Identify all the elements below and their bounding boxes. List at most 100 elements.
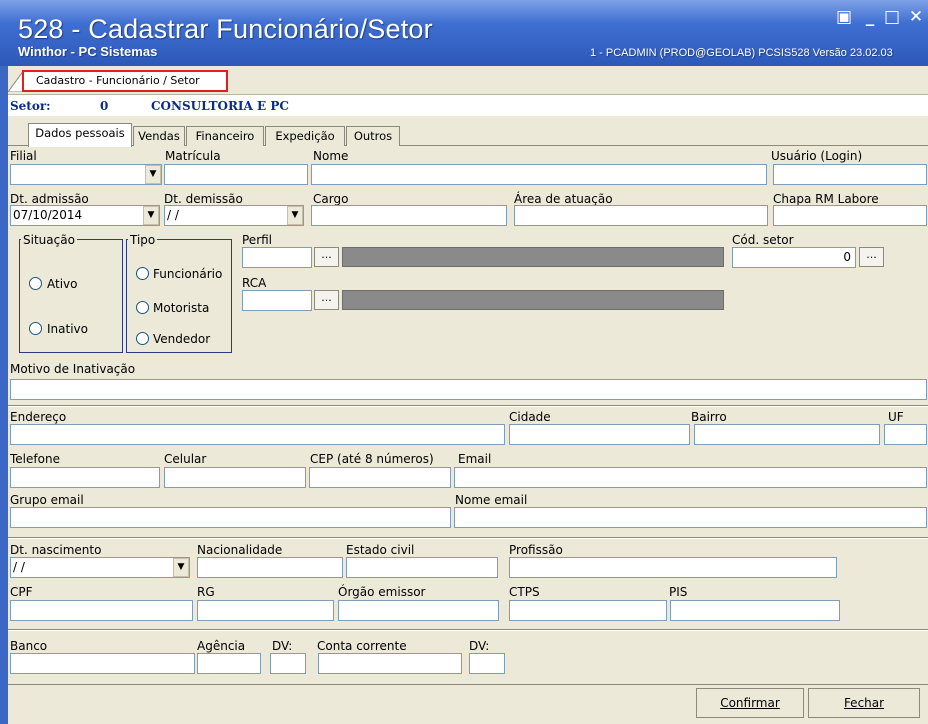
ctps-field[interactable]	[509, 600, 667, 621]
rca-field[interactable]	[242, 290, 312, 311]
tipo-vendedor-radio[interactable]	[136, 332, 149, 345]
grupo-email-field[interactable]	[10, 507, 451, 528]
dt-nascimento-label: Dt. nascimento	[10, 543, 102, 557]
cep-field[interactable]	[309, 467, 451, 488]
chapa-rm-label: Chapa RM Labore	[773, 192, 879, 206]
tab-vendas[interactable]: Vendas	[133, 126, 185, 146]
dt-nascimento-dropdown-icon[interactable]: ▼	[173, 558, 189, 577]
matricula-label: Matrícula	[165, 149, 221, 163]
cidade-field[interactable]	[509, 424, 690, 445]
area-atuacao-label: Área de atuação	[514, 192, 613, 206]
rg-field[interactable]	[197, 600, 334, 621]
form-area: Cadastro - Funcionário / Setor Setor: 0 …	[8, 66, 928, 724]
celular-field[interactable]	[164, 467, 306, 488]
estado-civil-field[interactable]	[346, 557, 498, 578]
separator-highlight	[8, 630, 928, 631]
tab-expedicao[interactable]: Expedição	[265, 126, 345, 146]
usuario-field[interactable]	[773, 164, 927, 185]
cpf-field[interactable]	[10, 600, 193, 621]
orgao-emissor-label: Órgão emissor	[338, 585, 426, 599]
tab-financeiro[interactable]: Financeiro	[186, 126, 264, 146]
cargo-label: Cargo	[313, 192, 349, 206]
nacionalidade-field[interactable]	[197, 557, 343, 578]
motivo-inativacao-label: Motivo de Inativação	[10, 362, 136, 376]
tipo-funcionario-radio[interactable]	[136, 267, 149, 280]
tipo-funcionario-label[interactable]: Funcionário	[153, 267, 222, 281]
restore-icon[interactable]: ▣	[832, 6, 856, 28]
pis-label: PIS	[669, 585, 688, 599]
rca-description	[342, 290, 724, 310]
bairro-label: Bairro	[691, 410, 727, 424]
system-info: 1 - PCADMIN (PROD@GEOLAB) PCSIS528 Versã…	[590, 47, 893, 59]
motivo-inativacao-field[interactable]	[10, 379, 927, 400]
perfil-field[interactable]	[242, 247, 312, 268]
dv-agencia-field[interactable]	[270, 653, 306, 674]
application-window: 528 - Cadastrar Funcionário/Setor Wintho…	[0, 0, 928, 724]
filial-dropdown-icon[interactable]: ▼	[145, 165, 161, 184]
tipo-motorista-radio[interactable]	[136, 301, 149, 314]
tab-outros[interactable]: Outros	[346, 126, 400, 146]
estado-civil-label: Estado civil	[346, 543, 415, 557]
document-tab[interactable]: Cadastro - Funcionário / Setor	[22, 70, 228, 92]
endereco-field[interactable]	[10, 424, 505, 445]
dt-demissao-field[interactable]: / /	[164, 205, 304, 226]
telefone-field[interactable]	[10, 467, 160, 488]
cod-setor-field[interactable]: 0	[732, 247, 856, 268]
tab-dados-pessoais[interactable]: Dados pessoais	[28, 123, 132, 147]
confirmar-button-label: Confirmar	[720, 696, 780, 710]
area-atuacao-field[interactable]	[514, 205, 768, 226]
title-bar[interactable]: 528 - Cadastrar Funcionário/Setor Wintho…	[0, 0, 928, 66]
filial-select[interactable]	[10, 164, 162, 185]
perfil-description	[342, 247, 724, 267]
filial-label: Filial	[10, 149, 37, 163]
situacao-inativo-radio[interactable]	[29, 322, 42, 335]
tipo-motorista-label[interactable]: Motorista	[153, 301, 209, 315]
dt-nascimento-field[interactable]: / /	[10, 557, 190, 578]
rg-label: RG	[197, 585, 215, 599]
cod-setor-search-button[interactable]: ...	[859, 247, 884, 267]
conta-corrente-field[interactable]	[318, 653, 462, 674]
dt-demissao-dropdown-icon[interactable]: ▼	[287, 206, 303, 225]
maximize-icon[interactable]: □	[880, 6, 904, 28]
dt-admissao-dropdown-icon[interactable]: ▼	[143, 206, 159, 225]
uf-field[interactable]	[884, 424, 927, 445]
setor-label: Setor:	[10, 99, 51, 113]
profissao-field[interactable]	[509, 557, 837, 578]
dt-admissao-field[interactable]: 07/10/2014	[10, 205, 160, 226]
close-icon[interactable]: ✕	[904, 6, 928, 28]
cpf-label: CPF	[10, 585, 33, 599]
rca-search-button[interactable]: ...	[314, 290, 339, 310]
cargo-field[interactable]	[311, 205, 507, 226]
nome-email-field[interactable]	[454, 507, 927, 528]
dv-conta-field[interactable]	[469, 653, 505, 674]
email-field[interactable]	[454, 467, 927, 488]
chapa-rm-field[interactable]	[773, 205, 927, 226]
confirmar-button[interactable]: Confirmar	[696, 688, 804, 718]
separator-highlight	[8, 538, 928, 539]
agencia-label: Agência	[197, 639, 246, 653]
bairro-field[interactable]	[694, 424, 880, 445]
separator	[8, 684, 928, 685]
separator-highlight	[8, 406, 928, 407]
matricula-field[interactable]	[164, 164, 308, 185]
situacao-ativo-radio[interactable]	[29, 277, 42, 290]
orgao-emissor-field[interactable]	[338, 600, 499, 621]
situacao-inativo-label[interactable]: Inativo	[47, 322, 88, 336]
ctps-label: CTPS	[509, 585, 540, 599]
window-subtitle: Winthor - PC Sistemas	[18, 44, 158, 59]
nome-field[interactable]	[311, 164, 767, 185]
dt-admissao-label: Dt. admissão	[10, 192, 89, 206]
setor-name: CONSULTORIA E PC	[151, 99, 289, 113]
situacao-ativo-label[interactable]: Ativo	[47, 277, 77, 291]
perfil-search-button[interactable]: ...	[314, 247, 339, 267]
cod-setor-label: Cód. setor	[732, 233, 794, 247]
tipo-title: Tipo	[128, 233, 158, 247]
agencia-field[interactable]	[197, 653, 261, 674]
minimize-icon[interactable]: _	[858, 6, 882, 28]
dt-demissao-label: Dt. demissão	[164, 192, 243, 206]
tipo-vendedor-label[interactable]: Vendedor	[153, 332, 210, 346]
banco-field[interactable]	[10, 653, 195, 674]
fechar-button[interactable]: Fechar	[808, 688, 920, 718]
celular-label: Celular	[164, 452, 207, 466]
pis-field[interactable]	[670, 600, 840, 621]
